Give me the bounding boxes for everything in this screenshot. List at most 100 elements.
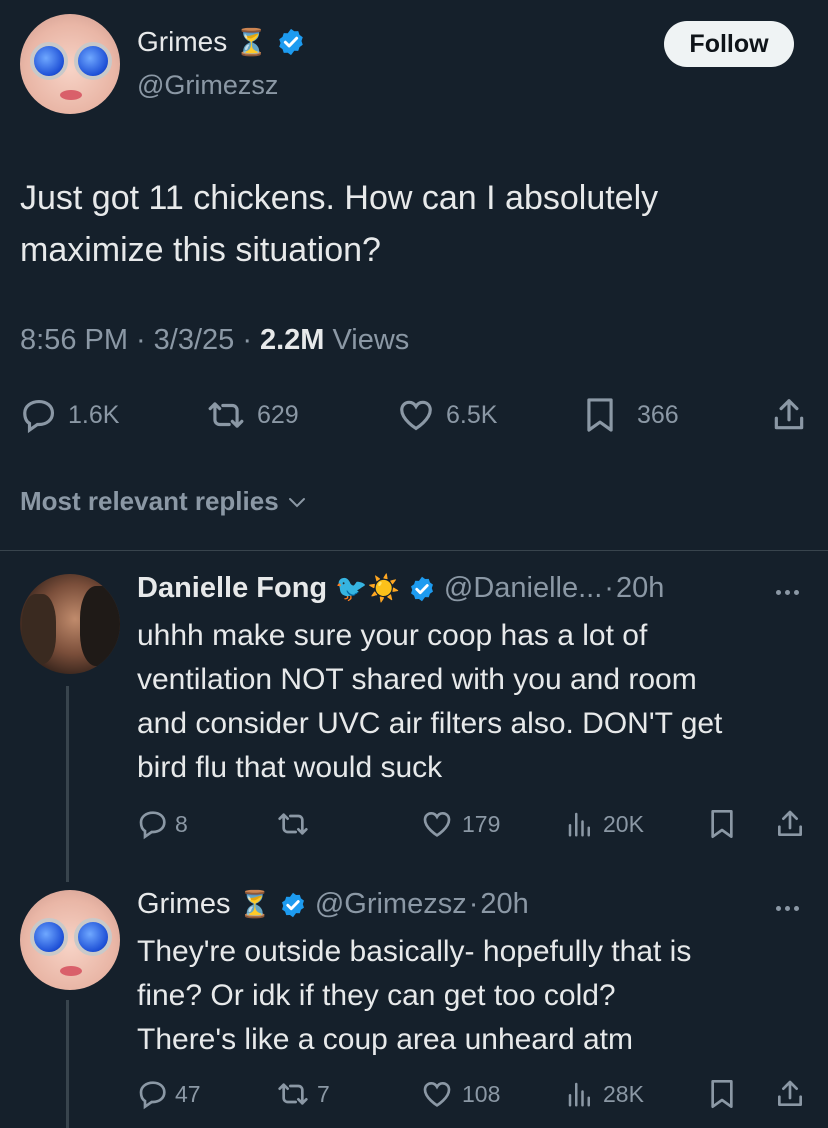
bird-sun-emoji-icon: 🐦☀️ — [335, 573, 400, 603]
chevron-down-icon — [288, 497, 305, 507]
reply-like-count: 179 — [462, 810, 501, 837]
reply-reply-count: 8 — [175, 810, 188, 837]
meta-separator: · — [604, 572, 614, 604]
author-name[interactable]: Grimes — [137, 26, 227, 58]
reply-author-name[interactable]: Grimes — [137, 888, 230, 921]
reply-repost-button[interactable]: 7 — [275, 1078, 330, 1110]
reply-text-line: fine? Or idk if they can get too cold? — [137, 979, 616, 1012]
repost-icon — [278, 813, 308, 835]
reply-avatar[interactable] — [20, 574, 120, 674]
reply-handle[interactable]: @Danielle... — [444, 572, 602, 605]
reply-share-button[interactable] — [774, 1078, 806, 1110]
share-icon — [778, 810, 802, 836]
share-icon — [778, 1080, 802, 1106]
reply-count: 1.6K — [68, 400, 120, 429]
verified-badge-icon — [281, 892, 304, 917]
reply-header: Grimes ⏳ @Grimezsz · 20h — [137, 888, 529, 921]
reply-text-line: ventilation NOT shared with you and room — [137, 663, 697, 696]
views-label: Views — [332, 324, 410, 356]
like-count: 6.5K — [446, 400, 498, 429]
reply-text-line: uhhh make sure your coop has a lot of — [137, 619, 648, 652]
reply-like-button[interactable]: 108 — [420, 1078, 500, 1110]
bookmark-icon — [711, 1080, 733, 1108]
reply-text-line: bird flu that would suck — [137, 751, 443, 784]
avatar-glasses-right — [74, 42, 112, 80]
author-avatar[interactable] — [20, 14, 120, 114]
author-handle[interactable]: @Grimezsz — [137, 70, 278, 101]
bookmark-icon — [587, 398, 613, 432]
repost-button[interactable]: 629 — [205, 396, 299, 434]
author-name-row[interactable]: Grimes ⏳ — [137, 26, 306, 58]
reply-author-name[interactable]: Danielle Fong — [137, 572, 327, 605]
reply-views-count: 20K — [603, 810, 644, 837]
reply-text: They're outside basically- hopefully tha… — [137, 930, 691, 1062]
meta-separator: · — [136, 324, 146, 356]
tweet-text-line: maximize this situation? — [20, 231, 381, 269]
repost-count: 629 — [257, 400, 299, 429]
reply-avatar[interactable] — [20, 890, 120, 990]
bookmark-button[interactable]: 366 — [583, 396, 679, 434]
reply-repost-button[interactable] — [275, 808, 317, 840]
tweet-date[interactable]: 3/3/25 — [154, 324, 235, 357]
reply-repost-count: 7 — [317, 1080, 330, 1107]
reply-handle[interactable]: @Grimezsz — [315, 888, 467, 921]
bookmark-count: 366 — [637, 400, 679, 429]
like-button[interactable]: 6.5K — [396, 396, 497, 434]
replies-sort-dropdown[interactable]: Most relevant replies — [20, 486, 309, 517]
reply-bookmark-button[interactable] — [708, 808, 736, 840]
more-options-icon[interactable] — [776, 590, 799, 595]
verified-badge-icon — [278, 28, 303, 56]
reply-share-button[interactable] — [774, 808, 806, 840]
analytics-icon — [568, 1082, 590, 1107]
reply-text-line: There's like a coup area unheard atm — [137, 1023, 634, 1056]
share-button[interactable] — [770, 396, 808, 434]
tweet-time[interactable]: 8:56 PM — [20, 324, 128, 357]
hourglass-icon: ⏳ — [238, 889, 271, 919]
divider — [0, 550, 828, 551]
reply-like-count: 108 — [462, 1080, 501, 1107]
reply-reply-button[interactable]: 8 — [137, 808, 188, 840]
reply-views-button[interactable]: 20K — [565, 808, 644, 840]
views-count: 2.2M — [259, 324, 325, 356]
avatar-lips — [60, 90, 82, 100]
reply-age[interactable]: 20h — [616, 572, 664, 605]
reply-reply-button[interactable]: 47 — [137, 1078, 201, 1110]
reply-reply-count: 47 — [175, 1080, 201, 1107]
hourglass-icon: ⏳ — [235, 26, 268, 57]
tweet-text-line: Just got 11 chickens. How can I absolute… — [20, 179, 659, 217]
reply-text-line: and consider UVC air filters also. DON'T… — [137, 707, 723, 740]
tweet-meta: 8:56 PM · 3/3/25 · 2.2M Views — [20, 324, 409, 357]
meta-separator: · — [242, 324, 252, 356]
more-options-icon[interactable] — [776, 906, 799, 911]
reply-icon — [139, 811, 166, 840]
replies-sort-label: Most relevant replies — [20, 486, 279, 516]
thread-line — [66, 1000, 69, 1128]
heart-icon — [423, 811, 451, 837]
verified-badge-icon — [410, 576, 433, 601]
reply-text: uhhh make sure your coop has a lot of ve… — [137, 614, 722, 790]
repost-icon — [208, 402, 244, 428]
repost-icon — [278, 1083, 308, 1105]
reply-icon — [139, 1081, 166, 1110]
avatar-glasses-left — [30, 918, 68, 956]
meta-separator: · — [468, 888, 479, 920]
avatar-glasses-right — [74, 918, 112, 956]
reply-like-button[interactable]: 179 — [420, 808, 500, 840]
avatar-hair — [22, 594, 56, 664]
reply-text-line: They're outside basically- hopefully tha… — [137, 935, 692, 968]
reply-bookmark-button[interactable] — [708, 1078, 736, 1110]
reply-age[interactable]: 20h — [480, 888, 528, 921]
avatar-hair — [80, 586, 120, 666]
reply-views-button[interactable]: 28K — [565, 1078, 644, 1110]
thread-line — [66, 686, 69, 882]
bookmark-icon — [711, 810, 733, 838]
reply-views-count: 28K — [603, 1080, 644, 1107]
reply-header: Danielle Fong 🐦☀️ @Danielle... · 20h — [137, 572, 664, 605]
heart-icon — [423, 1081, 451, 1107]
analytics-icon — [568, 812, 590, 837]
tweet-text: Just got 11 chickens. How can I absolute… — [20, 172, 658, 276]
share-icon — [774, 399, 804, 430]
follow-button[interactable]: Follow — [664, 21, 794, 67]
reply-button[interactable]: 1.6K — [20, 396, 119, 434]
reply-icon — [23, 399, 55, 434]
